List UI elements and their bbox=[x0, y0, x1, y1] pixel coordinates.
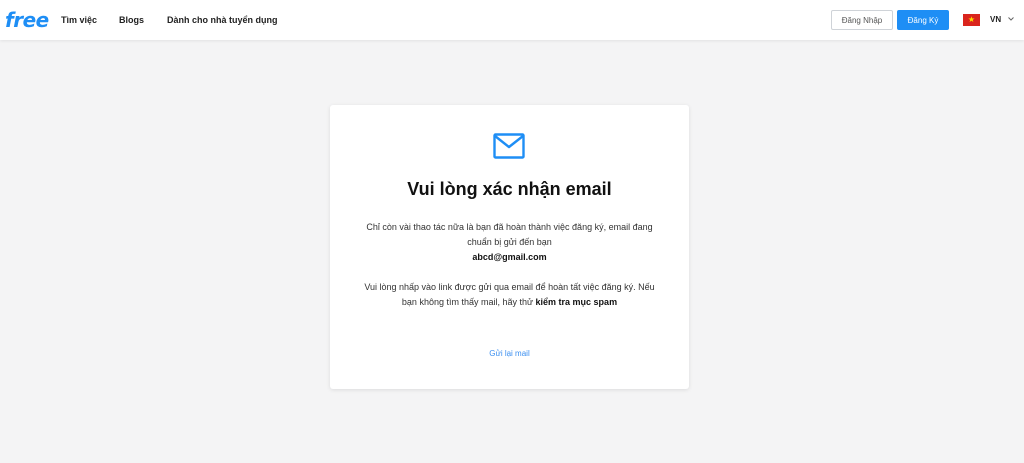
logo[interactable]: free bbox=[5, 8, 49, 32]
top-navbar: free Tìm việc Blogs Dành cho nhà tuyển d… bbox=[0, 0, 1024, 40]
login-button[interactable]: Đăng Nhập bbox=[831, 10, 893, 30]
resend-email-link[interactable]: Gửi lại mail bbox=[330, 348, 689, 360]
register-button[interactable]: Đăng Ký bbox=[897, 10, 949, 30]
spam-hint: kiểm tra mục spam bbox=[535, 297, 618, 307]
confirmation-message: Chỉ còn vài thao tác nữa là bạn đã hoàn … bbox=[360, 220, 659, 265]
email-confirmation-card: Vui lòng xác nhận email Chỉ còn vài thao… bbox=[330, 105, 689, 389]
instruction-message: Vui lòng nhấp vào link được gửi qua emai… bbox=[360, 280, 659, 310]
page-title: Vui lòng xác nhận email bbox=[407, 179, 612, 199]
nav-for-employers[interactable]: Dành cho nhà tuyển dụng bbox=[167, 14, 278, 26]
chevron-down-icon[interactable] bbox=[1007, 15, 1015, 23]
vietnam-flag-icon[interactable]: ★ bbox=[963, 14, 980, 26]
language-selector[interactable]: VN bbox=[990, 14, 1001, 26]
user-email: abcd@gmail.com bbox=[472, 252, 547, 262]
nav-blogs[interactable]: Blogs bbox=[119, 14, 144, 26]
envelope-icon bbox=[493, 133, 525, 159]
nav-find-jobs[interactable]: Tìm việc bbox=[61, 14, 97, 26]
message-text: Chỉ còn vài thao tác nữa là bạn đã hoàn … bbox=[366, 222, 653, 247]
